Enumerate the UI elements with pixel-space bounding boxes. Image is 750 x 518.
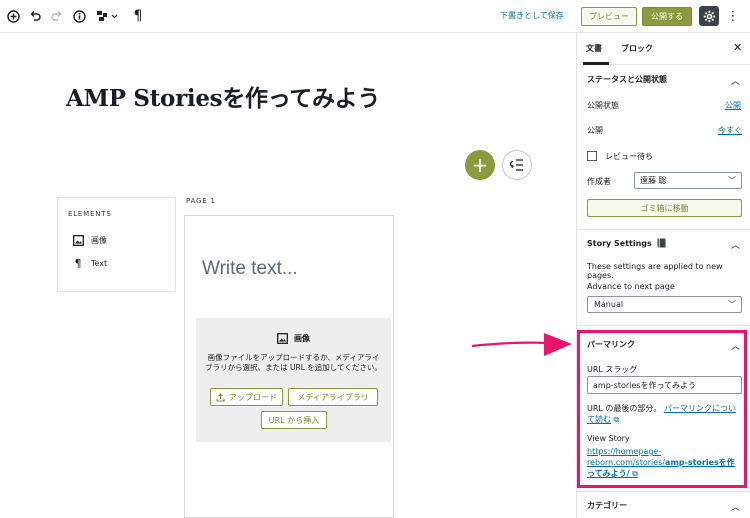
advance-value: Manual	[594, 300, 624, 309]
insert-from-url-button[interactable]: URL から挿入	[261, 411, 327, 429]
publish-date-link[interactable]: 今すぐ	[718, 125, 742, 136]
close-icon[interactable]: ✕	[733, 41, 742, 54]
element-text-label: Text	[91, 258, 108, 268]
add-block-icon[interactable]	[4, 7, 22, 25]
divider	[577, 491, 750, 492]
chevron-up-icon[interactable]: ︿	[731, 238, 740, 251]
chevron-down-icon: ﹀	[728, 176, 736, 185]
story-settings-title[interactable]: Story Settings	[587, 238, 666, 248]
pending-review-label: レビュー待ち	[605, 152, 653, 161]
more-options-icon[interactable]: ⋮	[726, 7, 740, 25]
permalink-help: URL の最後の部分。 パーマリンクについて読む ⧉	[587, 403, 742, 425]
image-block-placeholder[interactable]: 画像 画像ファイルをアップロードするか、メディアライブラリから選択、または UR…	[196, 318, 391, 442]
element-image-label: 画像	[91, 235, 107, 245]
story-settings-title-text: Story Settings	[587, 238, 652, 248]
post-title[interactable]: AMP Storiesを作ってみよう	[66, 79, 380, 113]
advance-label: Advance to next page	[587, 282, 675, 291]
view-story-url: https://homepage-reborn.com/stories/	[587, 447, 666, 467]
move-to-trash-button[interactable]: ゴミ箱に移動	[587, 199, 742, 217]
divider	[577, 325, 750, 326]
author-select[interactable]: 遠藤 聡 ﹀	[634, 172, 742, 189]
story-page[interactable]: Write text... 画像 画像ファイルをアップロードするか、メディアライ…	[184, 215, 394, 518]
story-settings-description: These settings are applied to new pages.	[587, 262, 723, 280]
status-section-title[interactable]: ステータスと公開状態	[587, 74, 667, 85]
image-icon	[277, 333, 288, 344]
active-tab-indicator	[583, 62, 609, 65]
save-draft-button[interactable]: 下書きとして保存	[500, 10, 564, 21]
element-text[interactable]: ¶ Text	[72, 256, 108, 270]
add-page-button[interactable]: +	[465, 150, 495, 180]
upload-button[interactable]: アップロード	[210, 388, 283, 406]
view-story-link[interactable]: https://homepage-reborn.com/stories/amp-…	[587, 446, 742, 479]
permalink-help-text: URL の最後の部分。	[587, 404, 662, 413]
visibility-label: 公開状態	[587, 101, 619, 110]
page-label: PAGE 1	[186, 197, 216, 205]
pending-review-checkbox[interactable]	[587, 151, 597, 161]
tab-block[interactable]: ブロック	[621, 43, 653, 54]
block-navigation-icon[interactable]	[94, 7, 120, 25]
image-block-title: 画像	[294, 334, 310, 343]
author-value: 遠藤 聡	[640, 176, 667, 185]
publish-label: 公開	[587, 126, 603, 135]
sidebar-tabs: 文書 ブロック ✕	[577, 33, 750, 65]
url-slug-input[interactable]: amp-storiesを作ってみよう	[587, 376, 742, 394]
image-icon	[72, 234, 84, 246]
redo-icon[interactable]	[48, 7, 66, 25]
element-image[interactable]: 画像	[72, 234, 107, 246]
info-icon[interactable]	[70, 7, 88, 25]
publish-button[interactable]: 公開する	[642, 7, 692, 26]
text-block-placeholder[interactable]: Write text...	[202, 258, 298, 280]
external-link-icon: ⧉	[613, 415, 620, 424]
external-link-icon: ⧉	[632, 469, 638, 478]
permalink-section-title[interactable]: パーマリンク	[587, 339, 635, 350]
highlight-arrow	[471, 333, 572, 356]
media-library-button[interactable]: メディアライブラリ	[288, 388, 378, 406]
categories-section-title[interactable]: カテゴリー	[587, 500, 627, 511]
book-icon	[657, 238, 666, 248]
reorder-pages-button[interactable]	[502, 150, 532, 180]
elements-panel: ELEMENTS 画像 ¶ Text	[57, 197, 176, 292]
upload-label: アップロード	[229, 392, 277, 402]
gear-icon[interactable]	[699, 6, 719, 26]
preview-button[interactable]: プレビュー	[581, 7, 637, 26]
chevron-up-icon[interactable]: ︿	[731, 74, 740, 87]
divider	[577, 229, 750, 230]
editor-toolbar: ¶ 下書きとして保存 プレビュー 公開する ⋮	[0, 0, 750, 33]
advance-select[interactable]: Manual ﹀	[587, 296, 742, 313]
paragraph-icon[interactable]: ¶	[129, 7, 147, 25]
chevron-down-icon: ﹀	[728, 300, 736, 309]
chevron-up-icon[interactable]: ︿	[731, 339, 740, 352]
settings-sidebar: 文書 ブロック ✕ ステータスと公開状態 ︿ 公開状態 公開 公開 今すぐ レビ…	[576, 33, 750, 518]
upload-icon	[216, 392, 225, 402]
visibility-value-link[interactable]: 公開	[725, 100, 741, 111]
paragraph-icon: ¶	[74, 256, 82, 270]
elements-title: ELEMENTS	[68, 210, 112, 218]
image-block-header: 画像	[196, 333, 391, 344]
url-slug-label: URL スラッグ	[587, 365, 638, 374]
image-block-description: 画像ファイルをアップロードするか、メディアライブラリから選択、または URL を…	[205, 353, 382, 372]
tab-document[interactable]: 文書	[586, 43, 602, 54]
chevron-up-icon[interactable]: ︿	[731, 500, 740, 513]
undo-icon[interactable]	[26, 7, 44, 25]
view-story-label: View Story	[587, 434, 630, 443]
author-label: 作成者	[587, 177, 611, 186]
